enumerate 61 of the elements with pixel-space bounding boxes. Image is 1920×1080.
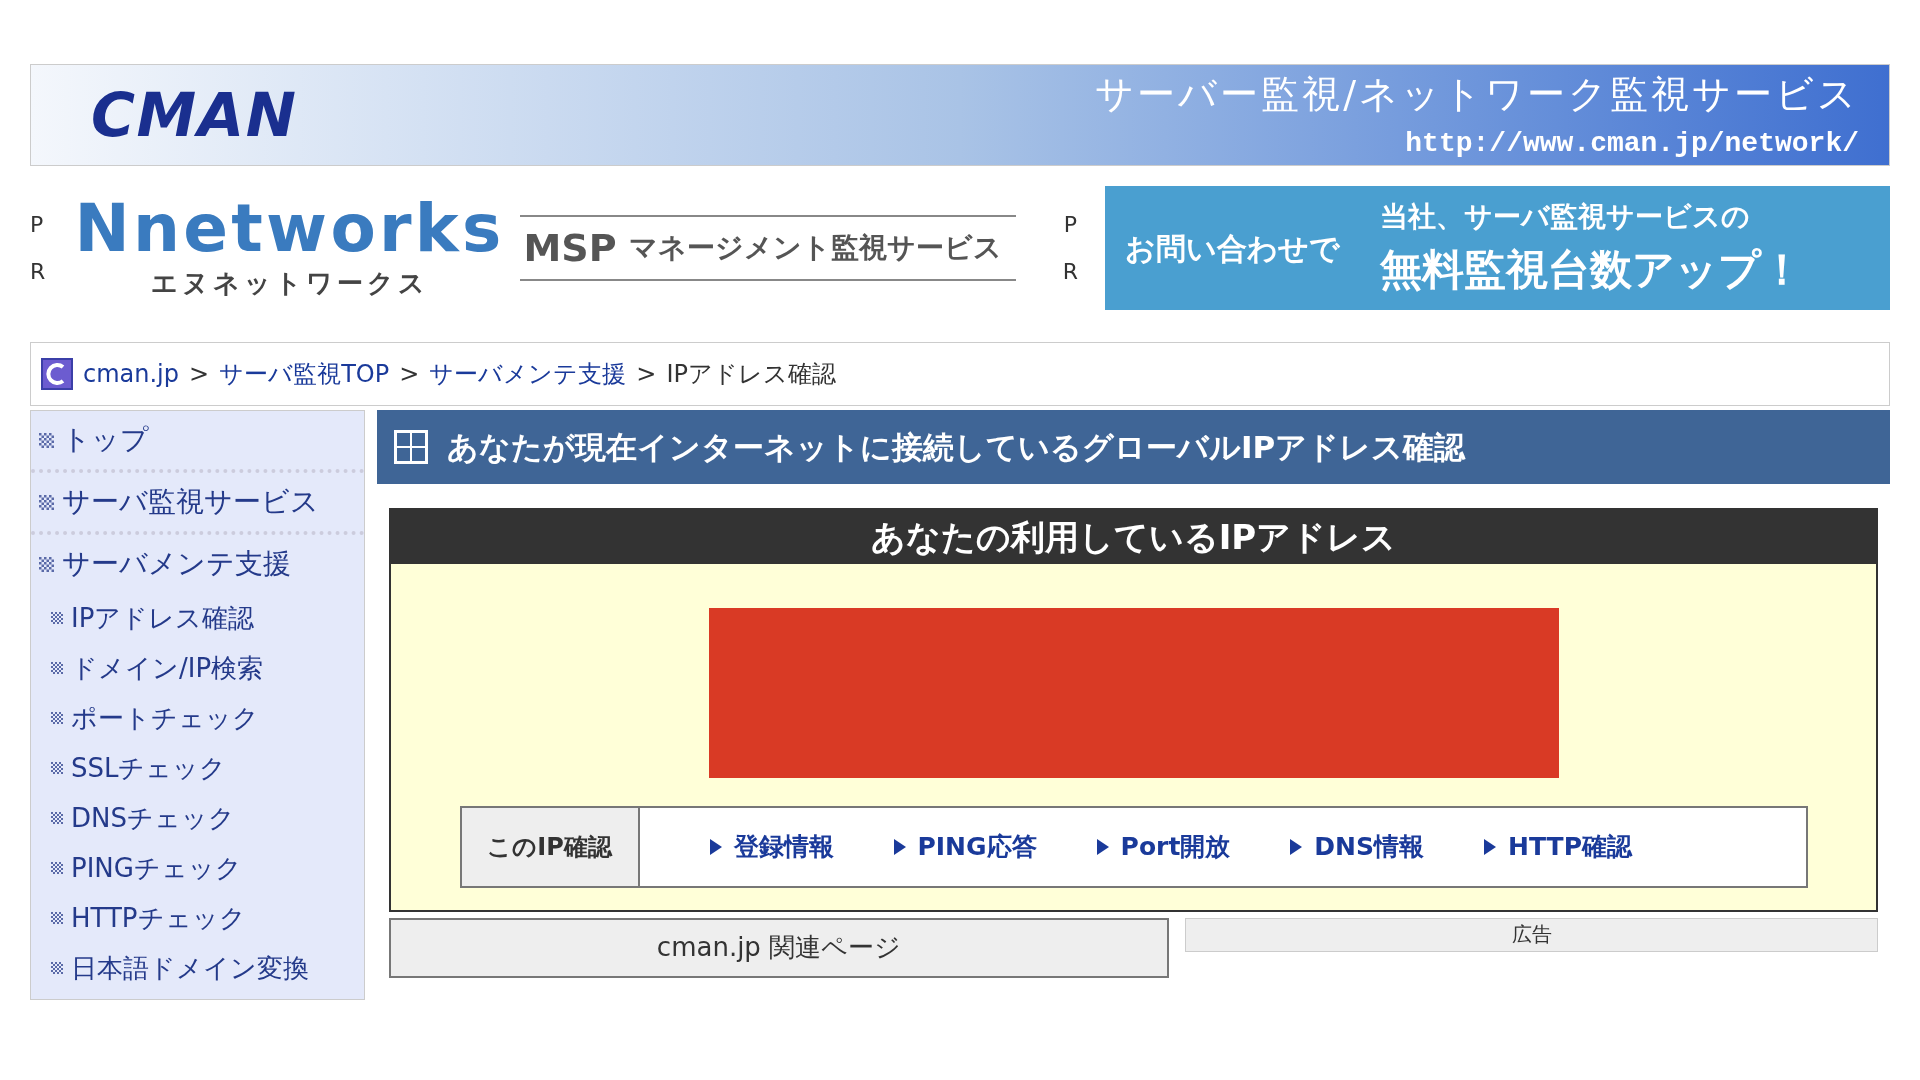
check-link[interactable]: HTTP確認 (1484, 828, 1632, 866)
pr-label: R (1062, 258, 1078, 286)
ip-check-label: このIP確認 (461, 808, 640, 886)
brand-logo[interactable]: Nnetworks (74, 193, 505, 264)
banner-lead: お問い合わせで (1125, 229, 1340, 268)
grid-square-icon (51, 762, 63, 774)
banner-headline: 無料監視台数アップ！ (1380, 243, 1803, 296)
check-link[interactable]: DNS情報 (1290, 828, 1425, 866)
sidebar-subitem[interactable]: SSLチェック (31, 743, 364, 793)
pr-label: R (30, 258, 47, 286)
grid-square-icon (51, 812, 63, 824)
msp-text: マネージメント監視サービス (628, 230, 1002, 266)
banner-text: 当社、サーバ監視サービスの (1380, 198, 1751, 235)
breadcrumb-separator: > (399, 359, 420, 390)
banner-title: サーバー監視/ネットワーク監視サービス (1095, 70, 1859, 118)
breadcrumb-separator: > (636, 359, 657, 390)
section-title: あなたが現在インターネットに接続しているグローバルIPアドレス確認 (447, 427, 1466, 467)
grid-square-icon (51, 862, 63, 874)
breadcrumb-link[interactable]: cman.jp (83, 356, 180, 392)
sidebar-subitem[interactable]: DNSチェック (31, 793, 364, 843)
breadcrumb-link[interactable]: サーバメンテ支援 (429, 356, 627, 392)
triangle-icon (893, 839, 906, 855)
grid-square-icon (51, 962, 63, 974)
sidebar-subitem[interactable]: HTTPチェック (31, 893, 364, 943)
cman-logo[interactable]: CMAN (91, 70, 298, 160)
banner-url: http://www.cman.jp/network/ (1405, 126, 1859, 161)
check-link[interactable]: 登録情報 (709, 828, 834, 866)
grid-square-icon (39, 432, 54, 448)
grid-square-icon (51, 912, 63, 924)
triangle-icon (1290, 839, 1303, 855)
grid-square-icon (39, 494, 54, 510)
sidebar-subitem[interactable]: 日本語ドメイン変換 (31, 943, 364, 993)
grid-square-icon (51, 612, 63, 624)
breadcrumb-link[interactable]: サーバ監視TOP (219, 356, 390, 392)
sidebar-item[interactable]: サーバメンテ支援 (31, 535, 364, 593)
grid-square-icon (39, 556, 54, 572)
sidebar-subitem[interactable]: ポートチェック (31, 693, 364, 743)
pr-label: P (30, 211, 45, 239)
msp-banner[interactable]: MSP マネージメント監視サービス (519, 215, 1016, 281)
grid-square-icon (51, 662, 63, 674)
breadcrumb-separator: > (189, 359, 210, 390)
ad-label: 広告 (1511, 921, 1552, 948)
brand-subtitle: エヌネットワークス (150, 266, 429, 300)
site-logo-icon (41, 358, 73, 390)
sidebar-item[interactable]: サーバ監視サービス (31, 473, 364, 531)
triangle-icon (1096, 839, 1109, 855)
check-link[interactable]: Port開放 (1096, 828, 1231, 866)
pr-label: P (1063, 211, 1077, 239)
triangle-icon (1484, 839, 1497, 855)
msp-label: MSP (523, 224, 617, 272)
check-link[interactable]: PING応答 (893, 828, 1037, 866)
sidebar-subitem[interactable]: PINGチェック (31, 843, 364, 893)
related-pages-title: cman.jp 関連ページ (656, 931, 902, 964)
window-grid-icon (393, 429, 429, 465)
ip-panel-title: あなたの利用しているIPアドレス (870, 515, 1397, 559)
sidebar-subitem[interactable]: ドメイン/IP検索 (31, 643, 364, 693)
sidebar-item[interactable]: トップ (31, 411, 364, 469)
grid-square-icon (51, 712, 63, 724)
breadcrumb-current: IPアドレス確認 (666, 359, 836, 390)
sidebar-subitem[interactable]: IPアドレス確認 (31, 593, 364, 643)
triangle-icon (709, 839, 722, 855)
